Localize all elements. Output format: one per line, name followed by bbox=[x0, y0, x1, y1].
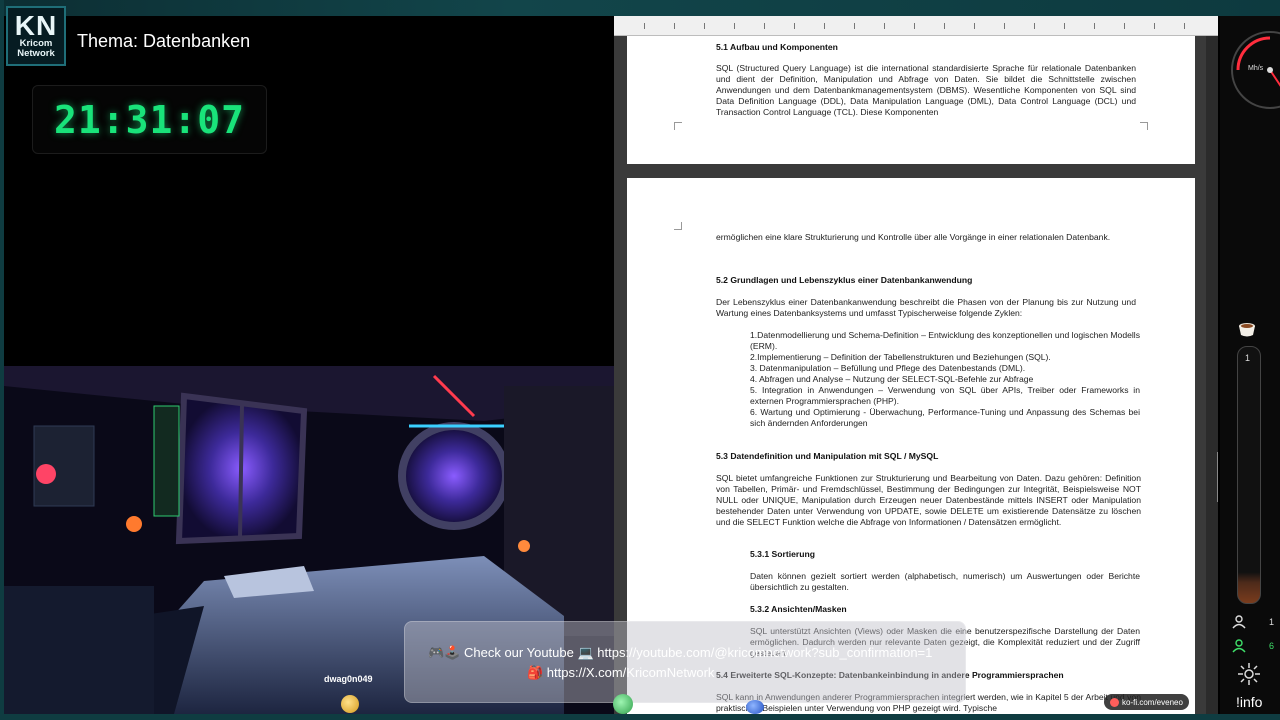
kofi-badge[interactable]: ko-fi.com/eveneo bbox=[1104, 694, 1189, 710]
tube-value: 1 bbox=[1245, 353, 1251, 363]
social-banner bbox=[404, 621, 966, 703]
coin-icon bbox=[341, 695, 359, 713]
kofi-icon bbox=[1110, 697, 1119, 707]
list-item: 4. Abfragen und Analyse – Nutzung der SE… bbox=[750, 374, 1034, 384]
coffee-cup-icon bbox=[1239, 323, 1255, 337]
paragraph-continuation: ermöglichen eine klare Strukturierung un… bbox=[716, 232, 1111, 242]
viewer-count: 1 bbox=[1268, 617, 1274, 627]
list-item: 6. Wartung und Optimierung - Überwachung… bbox=[750, 407, 1140, 428]
scrollbar-thumb[interactable] bbox=[1217, 452, 1218, 502]
digital-clock: 21:31:07 bbox=[32, 85, 267, 154]
margin-corner bbox=[674, 222, 682, 230]
horizontal-ruler bbox=[614, 16, 1218, 36]
gauge-unit-label: Mh/s bbox=[1248, 65, 1264, 72]
document-page-1[interactable]: 5.1 Aufbau und Komponenten SQL (Structur… bbox=[627, 36, 1195, 164]
vertical-scrollbar[interactable] bbox=[1206, 36, 1218, 714]
x-link-text[interactable]: 🎒 https://X.com/KricomNetwork bbox=[527, 665, 714, 681]
list-item: 2.Implementierung – Definition der Tabel… bbox=[750, 352, 1051, 362]
green-orb-icon bbox=[613, 694, 633, 714]
sparkle-icon bbox=[1238, 663, 1260, 685]
heading-5-3-2: 5.3.2 Ansichten/Masken bbox=[750, 604, 847, 614]
heading-5-3-1: 5.3.1 Sortierung bbox=[750, 549, 815, 559]
youtube-link-text[interactable]: 🎮🕹️ Check our Youtube 💻 https://youtube.… bbox=[428, 645, 932, 661]
list-item: 5. Integration in Anwendungen – Verwendu… bbox=[750, 385, 1140, 406]
list-item: 3. Datenmanipulation – Befüllung und Pfl… bbox=[750, 363, 1026, 373]
frame-top bbox=[0, 0, 1280, 16]
follower-count: 6 bbox=[1268, 641, 1274, 651]
info-command-label: !info bbox=[1236, 694, 1263, 710]
kricom-logo: KN Kricom Network bbox=[6, 6, 66, 66]
paragraph-5-2: Der Lebenszyklus einer Datenbankanwendun… bbox=[716, 297, 1136, 318]
logo-line2: Network bbox=[17, 48, 55, 59]
viewers-row: 1 bbox=[1232, 614, 1274, 630]
list-item: 1.Datenmodellierung und Schema-Definitio… bbox=[750, 330, 1140, 351]
person-icon bbox=[1232, 615, 1246, 629]
frame-bottom bbox=[0, 714, 1280, 720]
document-viewer[interactable]: 5.1 Aufbau und Komponenten SQL (Structur… bbox=[614, 16, 1218, 714]
clock-time: 21:31:07 bbox=[53, 97, 246, 142]
blue-orb-icon bbox=[746, 700, 764, 714]
follower-icon bbox=[1232, 639, 1246, 653]
margin-corner bbox=[674, 122, 682, 130]
followers-row: 6 bbox=[1232, 638, 1274, 654]
paragraph-5-3-1: Daten können gezielt sortiert werden (al… bbox=[750, 571, 1140, 592]
kofi-link-text[interactable]: ko-fi.com/eveneo bbox=[1122, 698, 1183, 707]
paragraph-5-3: SQL bietet umfangreiche Funktionen zur S… bbox=[716, 473, 1141, 527]
logo-mark: KN bbox=[14, 10, 58, 41]
heading-5-3: 5.3 Datendefinition und Manipulation mit… bbox=[716, 451, 939, 461]
stream-topic: Thema: Datenbanken bbox=[77, 31, 251, 51]
heading-5-2: 5.2 Grundlagen und Lebenszyklus einer Da… bbox=[716, 275, 973, 285]
paragraph-5-1: SQL (Structured Query Language) ist die … bbox=[716, 63, 1136, 117]
progress-tube bbox=[1237, 346, 1261, 604]
chat-username: dwag0n049 bbox=[324, 674, 373, 684]
margin-corner bbox=[1140, 122, 1148, 130]
heading-5-1: 5.1 Aufbau und Komponenten bbox=[716, 42, 838, 52]
